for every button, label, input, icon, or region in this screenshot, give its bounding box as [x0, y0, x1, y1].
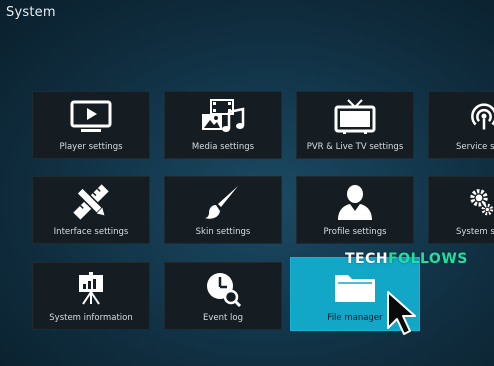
broadcast-icon [429, 98, 494, 136]
tile-label: Media settings [191, 142, 255, 152]
tile-pvr-settings[interactable]: PVR & Live TV settings [296, 91, 414, 159]
media-icon [165, 98, 281, 136]
tile-event-log[interactable]: Event log [164, 262, 282, 330]
monitor-play-icon [33, 98, 149, 136]
tile-label: System se [456, 227, 494, 237]
page-title: System [6, 5, 56, 20]
tile-media-settings[interactable]: Media settings [164, 91, 282, 159]
tile-service-settings[interactable]: Service se [428, 91, 494, 159]
tile-profile-settings[interactable]: Profile settings [296, 176, 414, 244]
clock-search-icon [165, 269, 281, 307]
tile-label: Event log [202, 313, 243, 323]
paintbrush-icon [165, 183, 281, 221]
pencil-ruler-icon [33, 183, 149, 221]
tile-label: Skin settings [195, 227, 251, 237]
watermark: TECHFOLLOWS [345, 251, 468, 267]
user-icon [297, 183, 413, 221]
tile-skin-settings[interactable]: Skin settings [164, 176, 282, 244]
presentation-board-icon [33, 269, 149, 307]
tile-label: Service se [456, 142, 494, 152]
tile-label: PVR & Live TV settings [306, 142, 404, 152]
tile-label: Interface settings [53, 227, 129, 237]
tile-label: Player settings [59, 142, 123, 152]
tile-system-settings[interactable]: System se [428, 176, 494, 244]
gears-icon [429, 183, 494, 221]
tv-icon [297, 98, 413, 136]
mouse-pointer-icon [386, 290, 418, 336]
tile-interface-settings[interactable]: Interface settings [32, 176, 150, 244]
tile-label: System information [49, 313, 133, 323]
tile-player-settings[interactable]: Player settings [32, 91, 150, 159]
tile-label: Profile settings [323, 227, 387, 237]
tile-system-information[interactable]: System information [32, 262, 150, 330]
